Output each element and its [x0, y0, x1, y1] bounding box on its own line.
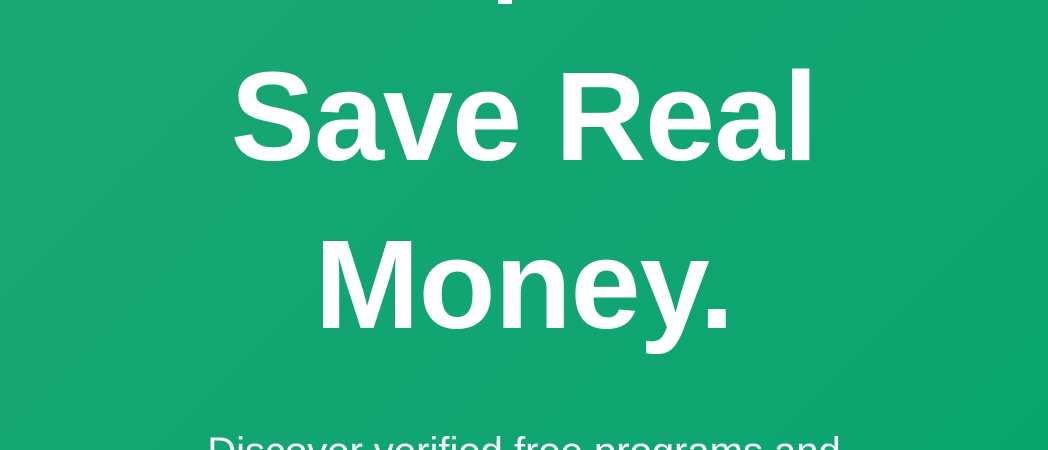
subheadline-partial: Discover verified free programs and [0, 432, 1048, 450]
headline-line-1: Save Real [230, 46, 818, 187]
hero-banner: Save Real Money. Discover verified free … [0, 0, 1048, 450]
headline-line-2: Money. [314, 214, 735, 355]
partial-previous-line-fragment [498, 0, 512, 4]
